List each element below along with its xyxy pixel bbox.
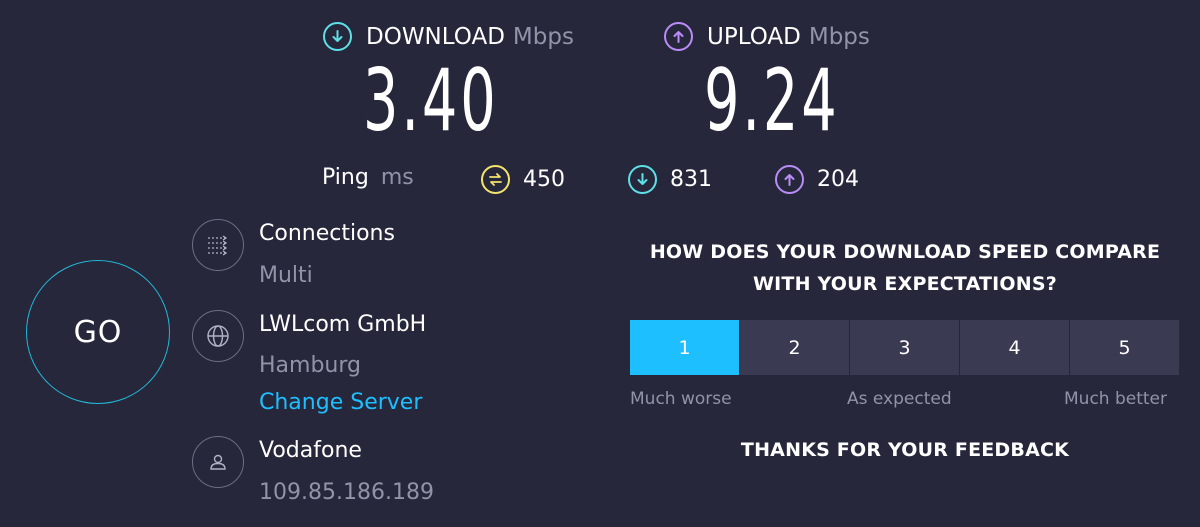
server-name: LWLcom GmbH bbox=[259, 312, 427, 337]
go-button[interactable]: GO bbox=[26, 260, 170, 404]
download-label: DOWNLOAD bbox=[366, 23, 505, 50]
scale-high-label: Much better bbox=[1064, 389, 1167, 409]
download-arrow-icon bbox=[323, 22, 352, 51]
connections-title: Connections bbox=[259, 221, 395, 246]
ping-idle-value: 450 bbox=[523, 167, 565, 192]
rating-scale: 1 2 3 4 5 bbox=[630, 320, 1179, 375]
provider-name: Vodafone bbox=[259, 438, 362, 463]
ping-label: Ping bbox=[322, 165, 369, 190]
download-latency-icon bbox=[628, 165, 657, 194]
ping-download-value: 831 bbox=[670, 167, 712, 192]
survey-question-line2: WITH YOUR EXPECTATIONS? bbox=[753, 273, 1057, 295]
survey-question: HOW DOES YOUR DOWNLOAD SPEED COMPARE WIT… bbox=[630, 236, 1180, 300]
ping-row: Ping ms bbox=[322, 165, 414, 190]
idle-latency-icon bbox=[481, 165, 510, 194]
ping-idle: 450 bbox=[481, 165, 565, 194]
ping-download: 831 bbox=[628, 165, 712, 194]
rating-option-5[interactable]: 5 bbox=[1070, 320, 1179, 375]
download-speed-value: 3.40 bbox=[363, 51, 499, 151]
rating-option-1[interactable]: 1 bbox=[630, 320, 739, 375]
upload-unit: Mbps bbox=[808, 23, 870, 50]
ping-upload-value: 204 bbox=[817, 167, 859, 192]
globe-icon bbox=[192, 310, 244, 362]
rating-option-4[interactable]: 4 bbox=[960, 320, 1069, 375]
connections-icon bbox=[192, 219, 244, 271]
download-unit: Mbps bbox=[512, 23, 574, 50]
scale-low-label: Much worse bbox=[630, 389, 732, 409]
server-location: Hamburg bbox=[259, 353, 361, 378]
upload-latency-icon bbox=[775, 165, 804, 194]
connections-value: Multi bbox=[259, 263, 313, 288]
rating-option-3[interactable]: 3 bbox=[850, 320, 959, 375]
upload-arrow-icon bbox=[664, 22, 693, 51]
upload-header: UPLOAD Mbps bbox=[664, 22, 870, 51]
ping-upload: 204 bbox=[775, 165, 859, 194]
rating-option-2[interactable]: 2 bbox=[740, 320, 849, 375]
ping-unit: ms bbox=[380, 165, 414, 190]
user-icon bbox=[192, 436, 244, 488]
provider-ip: 109.85.186.189 bbox=[259, 480, 434, 505]
change-server-link[interactable]: Change Server bbox=[259, 390, 422, 415]
feedback-thanks: THANKS FOR YOUR FEEDBACK bbox=[740, 439, 1070, 461]
scale-mid-label: As expected bbox=[847, 389, 952, 409]
upload-speed-value: 9.24 bbox=[704, 51, 840, 151]
upload-label: UPLOAD bbox=[707, 23, 801, 50]
survey-question-line1: HOW DOES YOUR DOWNLOAD SPEED COMPARE bbox=[649, 241, 1161, 263]
download-header: DOWNLOAD Mbps bbox=[323, 22, 574, 51]
